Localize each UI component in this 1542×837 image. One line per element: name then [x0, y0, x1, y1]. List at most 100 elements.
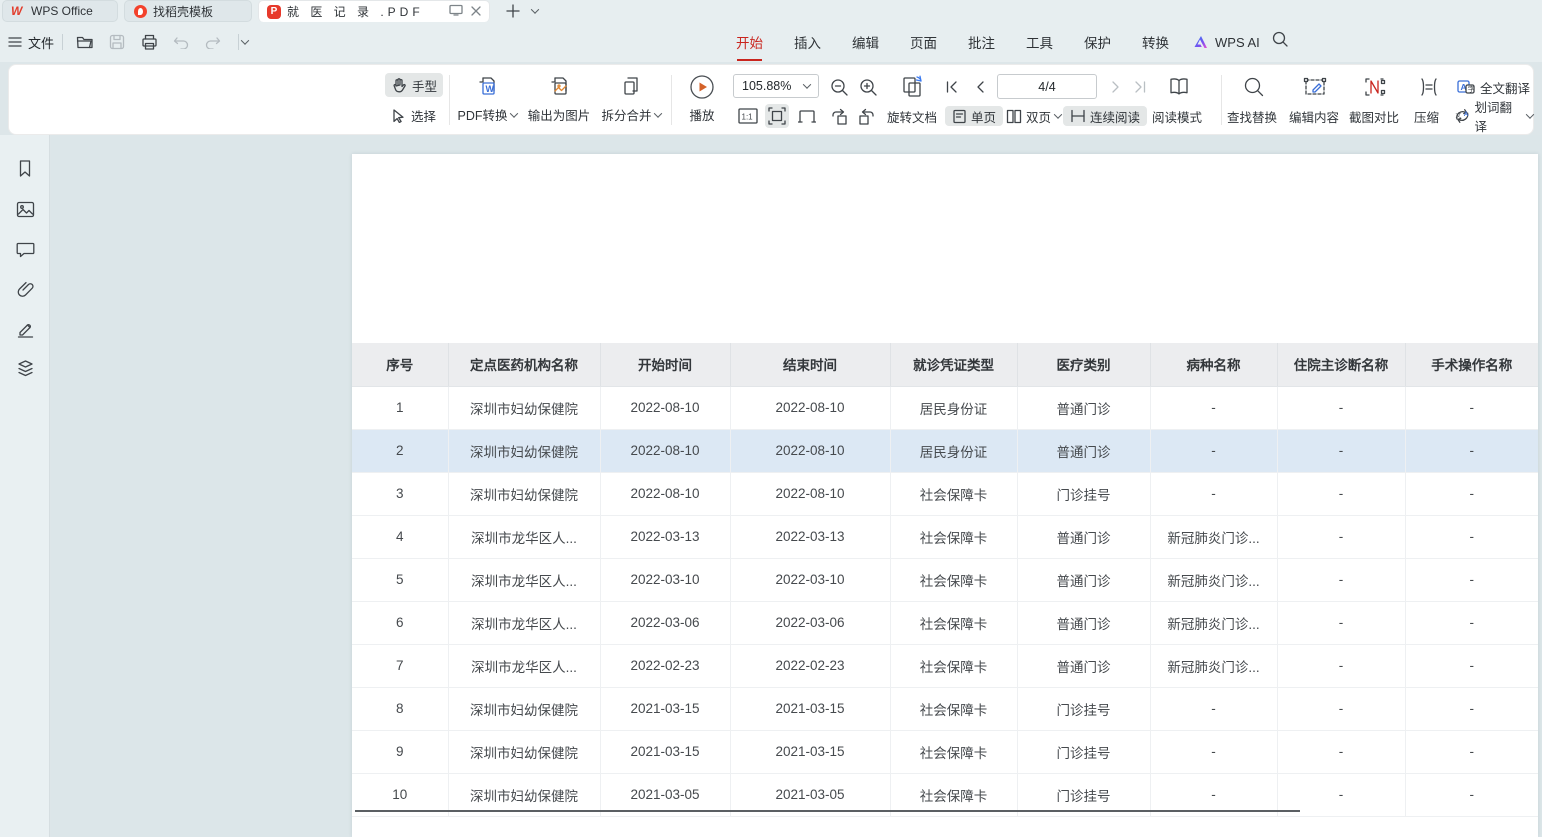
layers-icon[interactable]	[13, 356, 37, 380]
table-header-cell: 结束时间	[730, 343, 890, 386]
first-page-button[interactable]	[941, 76, 963, 98]
menu-tab-home[interactable]: 开始	[735, 30, 764, 54]
organize-pages-icon[interactable]	[899, 74, 925, 100]
double-page-button[interactable]: 双页	[1006, 106, 1061, 126]
table-cell: 6	[352, 601, 448, 644]
split-merge-button[interactable]: 拆分合并	[594, 71, 668, 129]
menu-tab-insert[interactable]: 插入	[793, 30, 822, 54]
zoom-level-select[interactable]: 105.88%	[733, 74, 819, 98]
table-cell: 居民身份证	[890, 429, 1017, 472]
select-tool-label: 选择	[411, 106, 436, 125]
tab-docer-templates[interactable]: 找稻壳模板	[124, 0, 252, 22]
table-cell: 2022-08-10	[600, 429, 730, 472]
save-icon[interactable]	[106, 31, 128, 53]
find-replace-icon[interactable]	[1241, 74, 1267, 100]
tab-wps-office[interactable]: W WPS Office	[2, 0, 118, 22]
read-mode-icon[interactable]	[1166, 74, 1192, 100]
docer-logo-icon	[133, 4, 147, 18]
table-cell: 2022-08-10	[730, 386, 890, 429]
file-menu-button[interactable]: 文件	[8, 22, 54, 62]
menu-tab-protect[interactable]: 保护	[1083, 30, 1112, 54]
comment-icon[interactable]	[13, 237, 37, 261]
next-page-button[interactable]	[1105, 76, 1127, 98]
bookmark-icon[interactable]	[13, 157, 37, 181]
table-cell: 居民身份证	[890, 386, 1017, 429]
rotate-left-icon[interactable]	[827, 104, 851, 128]
table-row: 7深圳市龙华区人...2022-02-232022-02-23社会保障卡普通门诊…	[352, 644, 1538, 687]
screenshot-compare-label[interactable]: 截图对比	[1349, 106, 1399, 126]
table-cell: -	[1150, 472, 1277, 515]
play-button[interactable]: 播放	[669, 71, 735, 129]
menu-tab-page[interactable]: 页面	[909, 30, 938, 54]
page-number-input[interactable]: 4/4	[997, 74, 1097, 99]
read-mode-label[interactable]: 阅读模式	[1152, 106, 1202, 126]
pdf-page[interactable]: 序号定点医药机构名称开始时间结束时间就诊凭证类型医疗类别病种名称住院主诊断名称手…	[352, 154, 1538, 837]
menu-tab-convert[interactable]: 转换	[1141, 30, 1170, 54]
pdf-convert-icon: W	[475, 74, 499, 98]
zoom-in-icon[interactable]	[855, 74, 881, 100]
tab-list-chevron-icon[interactable]	[532, 0, 538, 22]
single-page-button[interactable]: 单页	[945, 106, 1003, 126]
table-cell: 门诊挂号	[1017, 730, 1150, 773]
screen-share-icon[interactable]	[449, 4, 463, 19]
edit-content-label[interactable]: 编辑内容	[1289, 106, 1339, 126]
close-tab-icon[interactable]	[471, 5, 481, 19]
find-replace-label[interactable]: 查找替换	[1227, 106, 1277, 126]
compress-icon[interactable]	[1416, 74, 1442, 100]
hand-tool-button[interactable]: 手型	[385, 73, 443, 97]
thumbnails-icon[interactable]	[13, 197, 37, 221]
table-cell: 深圳市龙华区人...	[448, 601, 600, 644]
table-cell: 2	[352, 429, 448, 472]
window-tab-bar: W WPS Office 找稻壳模板 P 就 医 记 录 .PDF	[0, 0, 1542, 22]
signature-icon[interactable]	[13, 317, 37, 341]
tab-label: WPS Office	[31, 4, 93, 18]
table-cell: 门诊挂号	[1017, 472, 1150, 515]
rotate-right-icon[interactable]	[855, 104, 879, 128]
rotate-doc-label[interactable]: 旋转文档	[887, 106, 937, 126]
zoom-out-icon[interactable]	[826, 74, 852, 100]
full-translate-button[interactable]: A字 全文翻译	[1457, 77, 1530, 97]
edit-content-icon[interactable]	[1302, 74, 1328, 100]
table-cell: 新冠肺炎门诊...	[1150, 644, 1277, 687]
last-page-button[interactable]	[1129, 76, 1151, 98]
menu-search-icon[interactable]	[1271, 30, 1289, 53]
table-cell: 2021-03-15	[730, 730, 890, 773]
redo-icon[interactable]	[202, 31, 224, 53]
print-icon[interactable]	[138, 31, 160, 53]
double-page-icon	[1006, 109, 1022, 124]
table-cell: 深圳市龙华区人...	[448, 644, 600, 687]
prev-page-button[interactable]	[969, 76, 991, 98]
table-cell: -	[1277, 644, 1405, 687]
hand-icon	[391, 77, 407, 93]
export-image-button[interactable]: 输出为图片	[522, 71, 596, 129]
open-file-icon[interactable]	[74, 31, 96, 53]
new-tab-button[interactable]	[506, 0, 520, 22]
menu-tab-edit[interactable]: 编辑	[851, 30, 880, 54]
tab-document-pdf[interactable]: P 就 医 记 录 .PDF	[258, 0, 490, 22]
table-cell: 2022-03-13	[730, 515, 890, 558]
table-cell: -	[1405, 515, 1538, 558]
continuous-read-button[interactable]: 连续阅读	[1063, 106, 1147, 126]
table-cell: -	[1405, 687, 1538, 730]
table-cell: -	[1405, 773, 1538, 816]
tab-label: 找稻壳模板	[153, 3, 213, 20]
table-cell: -	[1405, 730, 1538, 773]
table-cell: 2022-02-23	[600, 644, 730, 687]
fit-page-button[interactable]	[795, 104, 819, 128]
actual-size-button[interactable]: 1:1	[736, 104, 760, 128]
wps-ai-button[interactable]: WPS AI	[1194, 22, 1260, 62]
word-translate-button[interactable]: A文 划词翻译	[1454, 106, 1533, 126]
undo-icon[interactable]	[170, 31, 192, 53]
screenshot-compare-icon[interactable]	[1362, 74, 1388, 100]
export-image-icon	[547, 74, 571, 98]
select-tool-button[interactable]: 选择	[385, 103, 442, 127]
menu-tab-tools[interactable]: 工具	[1025, 30, 1054, 54]
table-cell: 2022-08-10	[730, 472, 890, 515]
fit-width-button[interactable]	[765, 104, 789, 128]
table-cell: 新冠肺炎门诊...	[1150, 515, 1277, 558]
table-bottom-border	[355, 810, 1300, 812]
menu-tab-comment[interactable]: 批注	[967, 30, 996, 54]
attachment-icon[interactable]	[13, 277, 37, 301]
compress-label[interactable]: 压缩	[1414, 106, 1439, 126]
pdf-convert-button[interactable]: W PDF转换	[450, 71, 524, 129]
